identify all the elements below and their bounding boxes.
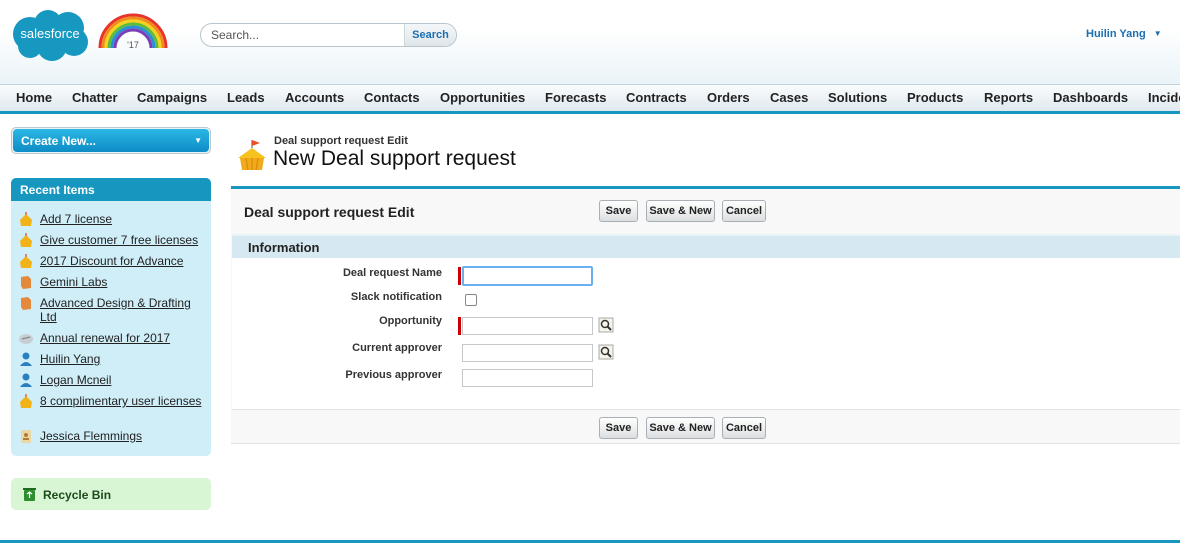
tab-chatter[interactable]: Chatter: [72, 90, 118, 105]
header: salesforce '17 Search Huilin Yang ▼: [0, 0, 1180, 84]
account-icon: [21, 297, 31, 310]
rainbow-text: '17: [127, 40, 139, 50]
opportunity-input[interactable]: [462, 317, 593, 335]
slack-notification-label: Slack notification: [350, 291, 442, 303]
tab-reports[interactable]: Reports: [984, 90, 1033, 105]
create-new-label: Create New...: [21, 134, 96, 148]
form-body: [232, 258, 1180, 410]
previous-approver-input[interactable]: [462, 369, 593, 387]
recent-item-link[interactable]: Huilin Yang: [40, 352, 208, 366]
required-indicator: [458, 317, 461, 335]
recent-item-link[interactable]: Gemini Labs: [40, 275, 208, 289]
section-header: Information: [232, 234, 1180, 258]
recent-item-link[interactable]: 2017 Discount for Advance: [40, 254, 208, 268]
save-and-new-button[interactable]: Save & New: [646, 200, 715, 222]
contact-card-icon: [21, 430, 31, 443]
breadcrumb: Deal support request Edit: [274, 135, 408, 147]
global-search: Search: [200, 23, 457, 47]
create-new-button[interactable]: Create New... ▼: [13, 129, 209, 152]
contract-icon: [19, 334, 33, 344]
recent-items-panel: Recent Items Add 7 license Give customer…: [11, 178, 211, 456]
cancel-button[interactable]: Cancel: [722, 200, 766, 222]
salesforce-logo[interactable]: salesforce: [8, 8, 92, 62]
account-icon: [21, 276, 31, 289]
tab-home[interactable]: Home: [16, 90, 52, 105]
deal-support-request-icon: [238, 140, 266, 171]
tab-accounts[interactable]: Accounts: [285, 90, 344, 105]
lookup-icon[interactable]: [598, 344, 614, 360]
lookup-icon[interactable]: [598, 317, 614, 333]
create-new-menu[interactable]: Create New... ▼: [11, 127, 211, 154]
search-input[interactable]: [201, 24, 404, 46]
recent-items-title: Recent Items: [11, 178, 211, 201]
recycle-bin-label: Recycle Bin: [43, 488, 112, 502]
custom-object-icon: [20, 212, 32, 226]
section-title: Information: [248, 240, 320, 255]
tab-cases[interactable]: Cases: [770, 90, 808, 105]
save-and-new-button-bottom[interactable]: Save & New: [646, 417, 715, 439]
save-button[interactable]: Save: [599, 200, 638, 222]
tab-solutions[interactable]: Solutions: [828, 90, 887, 105]
recycle-bin[interactable]: Recycle Bin: [11, 478, 211, 510]
tab-incidents[interactable]: Incide: [1148, 90, 1180, 105]
rainbow-17-icon: '17: [98, 13, 168, 50]
tab-opportunities[interactable]: Opportunities: [440, 90, 525, 105]
tab-contracts[interactable]: Contracts: [626, 90, 687, 105]
tab-bar: Home Chatter Campaigns Leads Accounts Co…: [0, 84, 1180, 114]
deal-request-name-label: Deal request Name: [342, 267, 442, 279]
required-indicator: [458, 267, 461, 285]
recent-item-link[interactable]: Add 7 license: [40, 212, 208, 226]
save-button-bottom[interactable]: Save: [599, 417, 638, 439]
tab-products[interactable]: Products: [907, 90, 963, 105]
user-menu[interactable]: Huilin Yang ▼: [1086, 28, 1162, 40]
custom-object-icon: [20, 394, 32, 408]
tab-leads[interactable]: Leads: [227, 90, 265, 105]
custom-object-icon: [20, 233, 32, 247]
form-title: Deal support request Edit: [244, 204, 415, 220]
tab-campaigns[interactable]: Campaigns: [137, 90, 207, 105]
tab-forecasts[interactable]: Forecasts: [545, 90, 606, 105]
opportunity-label: Opportunity: [379, 315, 442, 327]
tab-contacts[interactable]: Contacts: [364, 90, 420, 105]
search-button[interactable]: Search: [404, 24, 456, 46]
user-name: Huilin Yang: [1086, 28, 1146, 40]
user-icon: [20, 373, 32, 387]
user-icon: [20, 352, 32, 366]
recent-item-link[interactable]: Advanced Design & Drafting Ltd: [40, 296, 208, 324]
logo-text: salesforce: [20, 26, 79, 41]
tab-orders[interactable]: Orders: [707, 90, 750, 105]
dropdown-arrow-icon: ▼: [194, 136, 202, 145]
recent-item-link[interactable]: 8 complimentary user licenses: [40, 394, 208, 408]
page-title: New Deal support request: [273, 147, 516, 170]
tab-dashboards[interactable]: Dashboards: [1053, 90, 1128, 105]
recent-item-link[interactable]: Annual renewal for 2017: [40, 331, 208, 345]
previous-approver-label: Previous approver: [345, 369, 442, 381]
deal-request-name-input[interactable]: [462, 266, 593, 286]
slack-notification-checkbox[interactable]: [465, 294, 477, 306]
caret-down-icon: ▼: [1153, 29, 1162, 38]
current-approver-label: Current approver: [352, 342, 442, 354]
custom-object-icon: [20, 254, 32, 268]
recent-item-link[interactable]: Jessica Flemmings: [40, 429, 208, 443]
recent-item-link[interactable]: Give customer 7 free licenses: [40, 233, 208, 247]
current-approver-input[interactable]: [462, 344, 593, 362]
cancel-button-bottom[interactable]: Cancel: [722, 417, 766, 439]
recent-item-link[interactable]: Logan Mcneil: [40, 373, 208, 387]
recycle-bin-icon: [23, 488, 36, 501]
